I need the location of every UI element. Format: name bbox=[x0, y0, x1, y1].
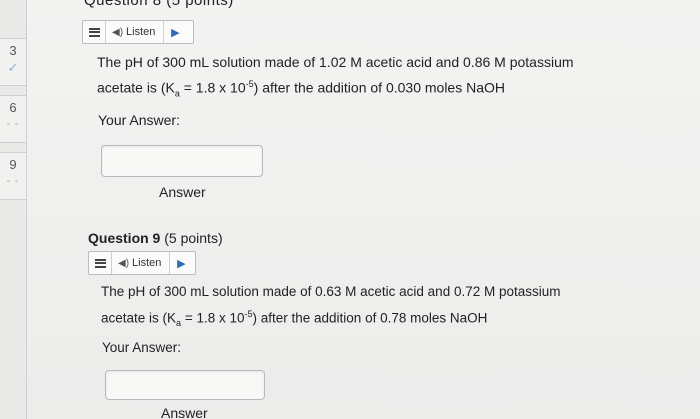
play-button[interactable]: ▶ bbox=[164, 26, 186, 39]
speaker-icon: ◀) bbox=[118, 257, 130, 269]
question-text-line: The pH of 300 mL solution made of 0.63 M… bbox=[101, 284, 561, 299]
nav-number: 6 bbox=[9, 100, 17, 115]
your-answer-label: Your Answer: bbox=[102, 340, 182, 355]
your-answer-label: Your Answer: bbox=[98, 112, 180, 128]
hamburger-icon bbox=[88, 27, 100, 37]
hamburger-icon bbox=[94, 258, 106, 268]
question-number: Question 9 bbox=[88, 230, 161, 246]
answer-input-q9[interactable] bbox=[105, 370, 265, 400]
question-text-line: acetate is (Ka = 1.8 x 10-5) after the a… bbox=[101, 309, 488, 329]
answer-input-q8[interactable] bbox=[101, 145, 263, 177]
quiz-content: Question 8 (5 points) ◀) Listen ▶ The pH… bbox=[26, 0, 700, 419]
nav-number: 9 bbox=[9, 157, 17, 172]
question-text-line: acetate is (Ka = 1.8 x 10-5) after the a… bbox=[97, 79, 505, 99]
nav-item-question-3[interactable]: 3 ✓ bbox=[0, 38, 26, 86]
question-9-heading: Question 9 (5 points) bbox=[88, 230, 223, 246]
answer-caption: Answer bbox=[159, 184, 206, 200]
quiz-page: 3 ✓ 6 - - 9 - - Question 8 (5 points) ◀)… bbox=[0, 0, 700, 419]
listen-button[interactable]: ◀) Listen bbox=[112, 252, 171, 274]
question-8-text: The pH of 300 mL solution made of 1.02 M… bbox=[97, 51, 574, 104]
listen-label: Listen bbox=[132, 257, 162, 269]
nav-number: 3 bbox=[9, 43, 17, 58]
nav-item-question-6[interactable]: 6 - - bbox=[0, 95, 26, 143]
listen-toolbar-q9: ◀) Listen ▶ bbox=[88, 251, 196, 275]
question-points: (5 points) bbox=[160, 230, 223, 246]
question-9-text: The pH of 300 mL solution made of 0.63 M… bbox=[101, 281, 561, 334]
unanswered-dash-icon: - - bbox=[6, 119, 20, 130]
answer-caption: Answer bbox=[161, 405, 208, 419]
nav-item-question-9[interactable]: 9 - - bbox=[0, 152, 26, 200]
listen-button[interactable]: ◀) Listen bbox=[106, 21, 165, 43]
listen-menu-button[interactable] bbox=[89, 252, 112, 274]
play-button[interactable]: ▶ bbox=[170, 257, 192, 270]
question-navigation: 3 ✓ 6 - - 9 - - bbox=[0, 0, 27, 419]
checkmark-icon: ✓ bbox=[7, 60, 19, 75]
listen-label: Listen bbox=[126, 26, 156, 38]
speaker-icon: ◀) bbox=[112, 26, 124, 38]
unanswered-dash-icon: - - bbox=[6, 176, 20, 187]
listen-toolbar-q8: ◀) Listen ▶ bbox=[82, 20, 194, 44]
question-8-heading: Question 8 (5 points) bbox=[84, 0, 234, 9]
listen-menu-button[interactable] bbox=[83, 21, 106, 43]
play-icon: ▶ bbox=[177, 257, 186, 270]
question-text-line: The pH of 300 mL solution made of 1.02 M… bbox=[97, 54, 574, 70]
play-icon: ▶ bbox=[171, 26, 180, 39]
